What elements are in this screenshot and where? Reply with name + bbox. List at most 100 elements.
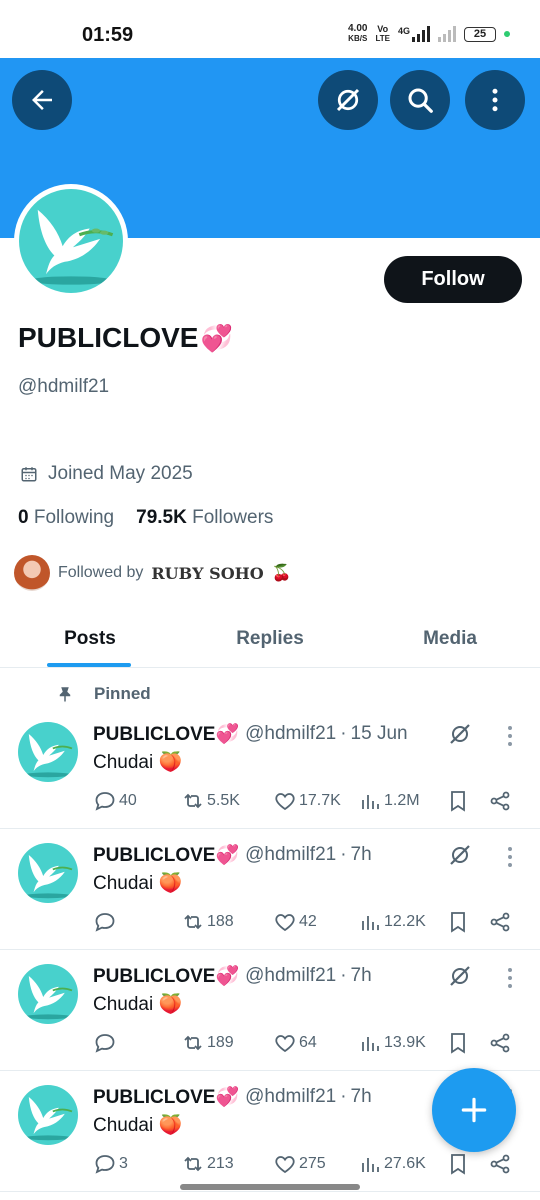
- post-text: Chudai 🍑: [93, 873, 183, 894]
- post-avatar[interactable]: [18, 1085, 78, 1145]
- repost-button[interactable]: 213: [181, 1152, 234, 1176]
- post-author-name[interactable]: PUBLICLOVE💞: [93, 964, 239, 988]
- post-avatar[interactable]: [18, 964, 78, 1024]
- share-icon: [490, 912, 510, 932]
- repost-button[interactable]: 188: [181, 910, 234, 934]
- share-button[interactable]: [488, 789, 512, 813]
- reply-icon: [95, 1034, 115, 1053]
- reply-icon: [95, 913, 115, 932]
- share-button[interactable]: [488, 910, 512, 934]
- back-button[interactable]: [12, 70, 72, 130]
- post-avatar[interactable]: [18, 843, 78, 903]
- bookmark-button[interactable]: [446, 1031, 470, 1055]
- views-button[interactable]: 1.2M: [358, 789, 420, 813]
- grok-icon[interactable]: [448, 843, 472, 867]
- post-more-button[interactable]: [500, 845, 520, 869]
- dove-icon: [24, 976, 73, 1020]
- grok-icon[interactable]: [448, 964, 472, 988]
- share-button[interactable]: [488, 1152, 512, 1176]
- more-options-button[interactable]: [465, 70, 525, 130]
- privacy-dot: [504, 31, 510, 37]
- repost-icon: [184, 1156, 202, 1172]
- post-more-button[interactable]: [500, 966, 520, 990]
- profile-avatar[interactable]: [14, 184, 128, 298]
- follow-button[interactable]: Follow: [384, 256, 522, 303]
- views-button[interactable]: 12.2K: [358, 910, 426, 934]
- search-button[interactable]: [390, 70, 450, 130]
- post[interactable]: PUBLICLOVE💞 @hdmilf21 · 15 Jun Chudai 🍑 40 5.5…: [0, 708, 540, 829]
- grok-icon[interactable]: [448, 722, 472, 746]
- bookmark-button[interactable]: [446, 789, 470, 813]
- grok-icon: [336, 88, 360, 112]
- back-arrow-icon: [32, 90, 52, 110]
- calendar-icon: [21, 467, 37, 482]
- heart-icon: [275, 1156, 295, 1174]
- followers-link[interactable]: 79.5K Followers: [136, 507, 273, 529]
- repost-button[interactable]: 189: [181, 1031, 234, 1055]
- post-separator: ·: [340, 844, 347, 865]
- bookmark-icon: [451, 912, 465, 933]
- post-author-handle[interactable]: @hdmilf21: [245, 723, 336, 745]
- network-speed: 4.00 KB/S: [348, 23, 368, 44]
- post-author-handle[interactable]: @hdmilf21: [245, 1086, 336, 1108]
- post-actions: 189 64 13.9K: [93, 1031, 523, 1057]
- post-separator: ·: [340, 965, 347, 986]
- tab-media[interactable]: Media: [360, 610, 540, 667]
- reply-button[interactable]: [93, 1031, 119, 1055]
- post-author-name[interactable]: PUBLICLOVE💞: [93, 843, 239, 867]
- signal-icon: [412, 26, 430, 42]
- bookmark-button[interactable]: [446, 1152, 470, 1176]
- reply-button[interactable]: 3: [93, 1152, 128, 1176]
- reply-button[interactable]: [93, 910, 119, 934]
- post-avatar[interactable]: [18, 722, 78, 782]
- dove-avatar-image: [19, 189, 123, 293]
- post-author-name[interactable]: PUBLICLOVE💞: [93, 722, 239, 746]
- share-icon: [490, 791, 510, 811]
- share-button[interactable]: [488, 1031, 512, 1055]
- post[interactable]: PUBLICLOVE💞 @hdmilf21 · 7h Chudai 🍑 188 42 12.2…: [0, 829, 540, 950]
- following-link[interactable]: 0 Following: [18, 507, 114, 529]
- views-button[interactable]: 27.6K: [358, 1152, 426, 1176]
- share-icon: [490, 1033, 510, 1053]
- tab-replies[interactable]: Replies: [180, 610, 360, 667]
- post-text: Chudai 🍑: [93, 994, 183, 1015]
- post-time: 15 Jun: [350, 723, 408, 744]
- like-button[interactable]: 17.7K: [273, 789, 341, 813]
- post-actions: 188 42 12.2K: [93, 910, 523, 936]
- dove-icon: [24, 1097, 73, 1141]
- repost-icon: [184, 914, 202, 930]
- post-separator: ·: [340, 1086, 347, 1107]
- status-bar: 01:59 4.00 KB/S Vo LTE 4G 25: [0, 0, 540, 58]
- post-author-name[interactable]: PUBLICLOVE💞: [93, 1085, 239, 1109]
- heart-icon: [275, 793, 295, 811]
- bookmark-icon: [451, 1154, 465, 1175]
- repost-icon: [184, 793, 202, 809]
- post-author-handle[interactable]: @hdmilf21: [245, 965, 336, 987]
- repost-button[interactable]: 5.5K: [181, 789, 240, 813]
- post-time: 7h: [350, 844, 372, 865]
- like-button[interactable]: 42: [273, 910, 317, 934]
- like-button[interactable]: 64: [273, 1031, 317, 1055]
- grok-button[interactable]: [318, 70, 378, 130]
- tab-posts[interactable]: Posts: [0, 610, 180, 667]
- bookmark-button[interactable]: [446, 910, 470, 934]
- reply-icon: [95, 792, 115, 811]
- home-indicator: [180, 1184, 360, 1190]
- post-more-button[interactable]: [500, 724, 520, 748]
- search-icon: [408, 88, 433, 113]
- signal-4g: 4G: [398, 26, 430, 42]
- followed-by[interactable]: Followed by 𝐑𝐔𝐁𝐘 𝐒𝐎𝐇𝐎 🍒: [14, 555, 292, 591]
- pinned-label: Pinned: [56, 684, 151, 704]
- plus-icon: [461, 1097, 487, 1123]
- post-header: PUBLICLOVE💞 @hdmilf21 · 7h: [93, 1085, 372, 1109]
- post[interactable]: PUBLICLOVE💞 @hdmilf21 · 7h Chudai 🍑 189 64 13.9…: [0, 950, 540, 1071]
- reply-button[interactable]: 40: [93, 789, 137, 813]
- volte-indicator: Vo LTE: [375, 24, 390, 44]
- post-separator: ·: [340, 723, 347, 744]
- profile-tabs: Posts Replies Media: [0, 610, 540, 668]
- post-author-handle[interactable]: @hdmilf21: [245, 844, 336, 866]
- like-button[interactable]: 275: [273, 1152, 326, 1176]
- compose-post-button[interactable]: [432, 1068, 516, 1152]
- share-icon: [490, 1154, 510, 1174]
- views-button[interactable]: 13.9K: [358, 1031, 426, 1055]
